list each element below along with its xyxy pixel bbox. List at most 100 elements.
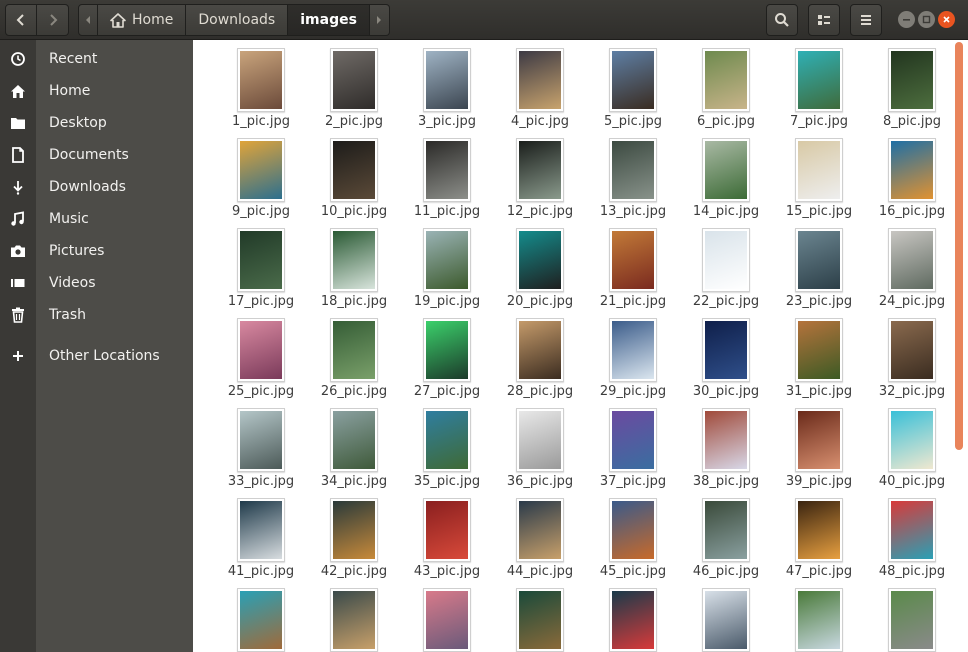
file-item[interactable]: 40_pic.jpg	[863, 402, 957, 492]
file-item[interactable]: 53_pic.jpg	[584, 582, 678, 652]
file-item[interactable]: 11_pic.jpg	[398, 132, 492, 222]
file-name: 19_pic.jpg	[413, 294, 481, 309]
file-item[interactable]: 30_pic.jpg	[677, 312, 771, 402]
sidebar-item-home[interactable]: Home	[0, 75, 193, 107]
home-icon	[0, 75, 36, 107]
sidebar-item-documents[interactable]: Documents	[0, 139, 193, 171]
file-item[interactable]: 33_pic.jpg	[212, 402, 306, 492]
file-item[interactable]: 36_pic.jpg	[491, 402, 585, 492]
file-item[interactable]: 41_pic.jpg	[212, 492, 306, 582]
image-preview	[891, 411, 933, 469]
file-item[interactable]: 7_pic.jpg	[770, 42, 864, 132]
file-item[interactable]: 46_pic.jpg	[677, 492, 771, 582]
breadcrumb-images[interactable]: images	[288, 4, 370, 36]
file-item[interactable]: 6_pic.jpg	[677, 42, 771, 132]
sidebar-item-trash[interactable]: Trash	[0, 299, 193, 331]
file-item[interactable]: 51_pic.jpg	[398, 582, 492, 652]
file-thumbnail	[795, 318, 843, 382]
file-item[interactable]: 52_pic.jpg	[491, 582, 585, 652]
file-item[interactable]: 22_pic.jpg	[677, 222, 771, 312]
file-item[interactable]: 37_pic.jpg	[584, 402, 678, 492]
file-item[interactable]: 34_pic.jpg	[305, 402, 399, 492]
file-item[interactable]: 42_pic.jpg	[305, 492, 399, 582]
file-item[interactable]: 25_pic.jpg	[212, 312, 306, 402]
view-toggle-button[interactable]	[808, 4, 840, 36]
file-item[interactable]: 48_pic.jpg	[863, 492, 957, 582]
maximize-button[interactable]	[918, 11, 935, 28]
file-item[interactable]: 12_pic.jpg	[491, 132, 585, 222]
file-thumbnail	[609, 228, 657, 292]
path-scroll-right-button[interactable]	[369, 4, 390, 36]
file-item[interactable]: 26_pic.jpg	[305, 312, 399, 402]
search-button[interactable]	[766, 4, 798, 36]
file-item[interactable]: 19_pic.jpg	[398, 222, 492, 312]
breadcrumb-downloads[interactable]: Downloads	[186, 4, 289, 36]
file-item[interactable]: 20_pic.jpg	[491, 222, 585, 312]
path-scroll-left-button[interactable]	[78, 4, 98, 36]
file-item[interactable]: 1_pic.jpg	[212, 42, 306, 132]
menu-button[interactable]	[850, 4, 882, 36]
forward-button[interactable]	[37, 4, 69, 36]
file-item[interactable]: 32_pic.jpg	[863, 312, 957, 402]
file-item[interactable]: 27_pic.jpg	[398, 312, 492, 402]
file-item[interactable]: 13_pic.jpg	[584, 132, 678, 222]
file-item[interactable]: 38_pic.jpg	[677, 402, 771, 492]
file-item[interactable]: 47_pic.jpg	[770, 492, 864, 582]
sidebar-item-label: Home	[49, 83, 91, 99]
close-button[interactable]	[938, 11, 955, 28]
file-item[interactable]: 21_pic.jpg	[584, 222, 678, 312]
file-name: 18_pic.jpg	[320, 294, 388, 309]
breadcrumb-label: Downloads	[198, 12, 276, 28]
file-item[interactable]: 55_pic.jpg	[770, 582, 864, 652]
sidebar-item-music[interactable]: Music	[0, 203, 193, 235]
file-item[interactable]: 45_pic.jpg	[584, 492, 678, 582]
image-preview	[891, 231, 933, 289]
download-icon	[0, 171, 36, 203]
file-item[interactable]: 10_pic.jpg	[305, 132, 399, 222]
file-item[interactable]: 14_pic.jpg	[677, 132, 771, 222]
breadcrumb-label: Home	[132, 12, 174, 28]
file-item[interactable]: 39_pic.jpg	[770, 402, 864, 492]
file-item[interactable]: 16_pic.jpg	[863, 132, 957, 222]
file-item[interactable]: 24_pic.jpg	[863, 222, 957, 312]
file-item[interactable]: 8_pic.jpg	[863, 42, 957, 132]
file-item[interactable]: 18_pic.jpg	[305, 222, 399, 312]
sidebar-item-desktop[interactable]: Desktop	[0, 107, 193, 139]
file-item[interactable]: 31_pic.jpg	[770, 312, 864, 402]
scrollbar-thumb[interactable]	[955, 42, 963, 450]
file-item[interactable]: 56_pic.jpg	[863, 582, 957, 652]
file-item[interactable]: 50_pic.jpg	[305, 582, 399, 652]
back-button[interactable]	[5, 4, 37, 36]
sidebar-item-pictures[interactable]: Pictures	[0, 235, 193, 267]
image-preview	[519, 141, 561, 199]
file-thumbnail	[330, 408, 378, 472]
file-item[interactable]: 28_pic.jpg	[491, 312, 585, 402]
file-item[interactable]: 5_pic.jpg	[584, 42, 678, 132]
file-item[interactable]: 49_pic.jpg	[212, 582, 306, 652]
file-item[interactable]: 17_pic.jpg	[212, 222, 306, 312]
minimize-button[interactable]	[898, 11, 915, 28]
file-item[interactable]: 35_pic.jpg	[398, 402, 492, 492]
file-item[interactable]: 2_pic.jpg	[305, 42, 399, 132]
image-preview	[333, 51, 375, 109]
file-item[interactable]: 4_pic.jpg	[491, 42, 585, 132]
file-item[interactable]: 3_pic.jpg	[398, 42, 492, 132]
file-item[interactable]: 43_pic.jpg	[398, 492, 492, 582]
file-item[interactable]: 15_pic.jpg	[770, 132, 864, 222]
sidebar-item-recent[interactable]: Recent	[0, 43, 193, 75]
file-name: 25_pic.jpg	[227, 384, 295, 399]
sidebar-item-other-locations[interactable]: Other Locations	[0, 340, 193, 372]
file-item[interactable]: 23_pic.jpg	[770, 222, 864, 312]
sidebar-item-videos[interactable]: Videos	[0, 267, 193, 299]
file-thumbnail	[702, 588, 750, 652]
file-item[interactable]: 9_pic.jpg	[212, 132, 306, 222]
file-item[interactable]: 29_pic.jpg	[584, 312, 678, 402]
file-thumbnail	[423, 228, 471, 292]
file-name: 20_pic.jpg	[506, 294, 574, 309]
sidebar-item-downloads[interactable]: Downloads	[0, 171, 193, 203]
file-item[interactable]: 44_pic.jpg	[491, 492, 585, 582]
breadcrumb-home[interactable]: Home	[98, 4, 187, 36]
search-icon	[775, 13, 789, 27]
file-item[interactable]: 54_pic.jpg	[677, 582, 771, 652]
file-thumbnail	[237, 228, 285, 292]
